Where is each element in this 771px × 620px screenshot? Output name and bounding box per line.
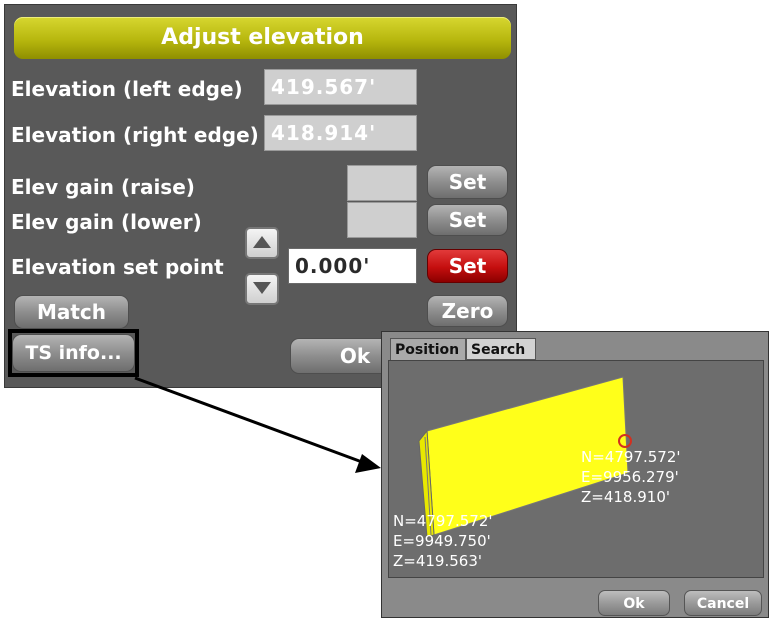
left-point-e: E=9949.750': [393, 532, 491, 550]
left-point-n: N=4797.572': [393, 512, 493, 530]
left-point-z: Z=419.563': [393, 552, 482, 570]
position-view: N=4797.572' E=9956.279' Z=418.910' N=479…: [388, 360, 764, 578]
tab-search[interactable]: Search: [466, 338, 536, 360]
ts-info-dialog: Position Search N=4797.572' E=9956.279' …: [381, 331, 769, 618]
position-cancel-button[interactable]: Cancel: [684, 590, 762, 616]
tab-position[interactable]: Position: [390, 338, 466, 360]
right-point-e: E=9956.279': [581, 468, 679, 486]
position-ok-button[interactable]: Ok: [598, 590, 670, 616]
right-point-z: Z=418.910': [581, 488, 670, 506]
right-point-n: N=4797.572': [581, 448, 681, 466]
